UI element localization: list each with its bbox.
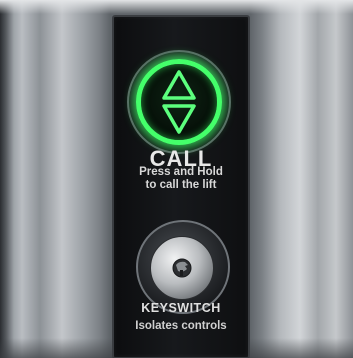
call-instructions: Press and Hold to call the lift	[112, 166, 250, 192]
top-light	[0, 0, 353, 14]
keyswitch-sublabel: Isolates controls	[135, 320, 227, 332]
keyswitch-label: KEYSWITCH	[141, 301, 221, 315]
key-slot-icon	[172, 258, 192, 278]
instruction-line-1: Press and Hold	[139, 166, 223, 178]
lift-call-panel-scene: CALL Press and Hold to call the lift KEY…	[0, 0, 353, 358]
up-down-arrows-icon	[162, 70, 196, 134]
instruction-line-2: to call the lift	[145, 179, 217, 191]
